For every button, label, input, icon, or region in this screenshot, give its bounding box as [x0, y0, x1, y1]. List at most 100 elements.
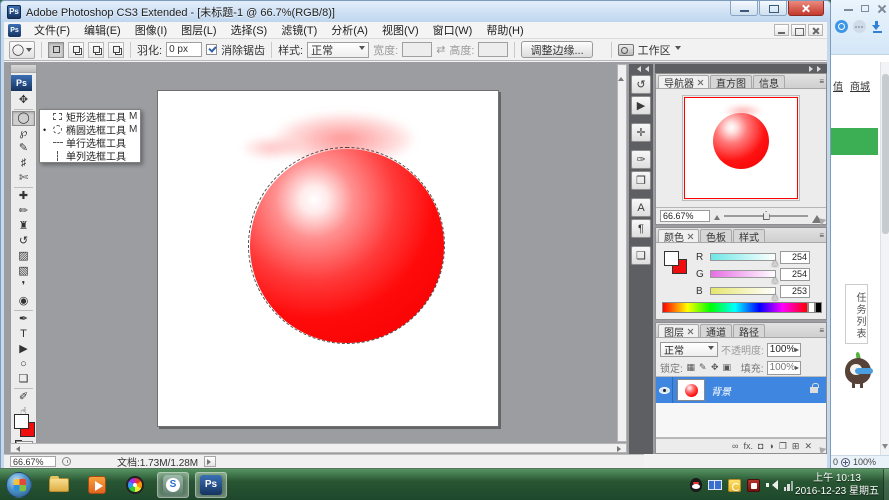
browser-scrollbar[interactable]	[880, 62, 889, 455]
color-tab-2[interactable]: 样式	[733, 229, 765, 242]
menu-item-5[interactable]: 滤镜(T)	[274, 21, 324, 39]
r-value-input[interactable]: 254	[780, 251, 810, 264]
width-input[interactable]	[402, 42, 432, 57]
slider-thumb-icon[interactable]	[772, 257, 778, 266]
type-tool[interactable]: T	[12, 327, 35, 342]
show-desktop-button[interactable]	[883, 469, 889, 500]
window-close-button[interactable]	[788, 1, 824, 16]
delete-layer-icon[interactable]: ✕	[804, 441, 812, 452]
layer-style-icon[interactable]: fx.	[743, 441, 753, 451]
color-spectrum-ramp[interactable]	[662, 302, 808, 313]
menu-item-7[interactable]: 视图(V)	[375, 21, 426, 39]
bridge-icon[interactable]	[618, 44, 634, 56]
elliptical-selection-marquee[interactable]	[248, 147, 445, 344]
browser-link-mall[interactable]: 商城	[850, 78, 870, 93]
new-selection-mode-button[interactable]	[48, 42, 64, 58]
layers-tab-1[interactable]: 通道	[700, 324, 732, 337]
taskbar-photoshop-button[interactable]: Ps	[195, 472, 227, 498]
blur-tool[interactable]: ❜	[12, 279, 35, 294]
task-list-tab[interactable]: 任务列表	[845, 284, 868, 344]
dodge-tool[interactable]: ◉	[12, 294, 35, 309]
brushes-panel-icon[interactable]: ✑	[631, 150, 651, 169]
document-close-button[interactable]	[808, 24, 823, 36]
refine-edge-button[interactable]: 调整边缘...	[521, 41, 592, 58]
history-panel-icon[interactable]: ↺	[631, 75, 651, 94]
menu-item-3[interactable]: 图层(L)	[174, 21, 223, 39]
menu-item-8[interactable]: 窗口(W)	[426, 21, 480, 39]
layer-visibility-toggle[interactable]	[656, 377, 673, 403]
layer-name[interactable]: 背景	[711, 383, 810, 398]
browser-maximize-icon[interactable]	[861, 5, 869, 12]
opacity-input[interactable]: 100%	[767, 343, 801, 357]
lock-all-icon[interactable]: ▣	[722, 362, 732, 373]
browser-close-icon[interactable]	[877, 4, 886, 13]
scrollbar-thumb[interactable]	[882, 74, 889, 234]
canvas-horizontal-scrollbar[interactable]	[10, 443, 627, 453]
zoom-slider-thumb[interactable]	[763, 211, 770, 220]
quick-selection-tool[interactable]: ✎	[12, 141, 35, 156]
statusbar-zoom-input[interactable]: 66.67%	[10, 456, 56, 467]
window-minimize-button[interactable]	[730, 1, 758, 16]
menu-item-4[interactable]: 选择(S)	[224, 21, 275, 39]
panel-menu-icon[interactable]: ≡	[819, 326, 824, 335]
window-maximize-button[interactable]	[759, 1, 787, 16]
tab-close-icon[interactable]	[697, 79, 703, 85]
r-slider[interactable]	[710, 253, 776, 261]
input-method-tray-icon[interactable]	[728, 479, 741, 492]
panel-menu-icon[interactable]: ≡	[819, 77, 824, 86]
document-restore-button[interactable]	[791, 24, 806, 36]
panels-collapse-handle[interactable]	[655, 64, 827, 73]
taskbar-color-app-button[interactable]	[119, 472, 151, 498]
canvas-vertical-scrollbar[interactable]	[617, 64, 627, 442]
dual-monitor-tray-icon[interactable]	[708, 480, 722, 490]
scroll-down-icon[interactable]	[882, 444, 888, 452]
navigator-proxy-view-box[interactable]	[684, 97, 798, 199]
b-value-input[interactable]: 253	[780, 285, 810, 298]
menu-item-1[interactable]: 编辑(E)	[77, 21, 128, 39]
elliptical-marquee-tool[interactable]: ◯	[12, 111, 35, 126]
browser-more-icon[interactable]	[853, 20, 866, 33]
browser-search-icon[interactable]	[835, 20, 848, 33]
height-input[interactable]	[478, 42, 508, 57]
workspace-label[interactable]: 工作区	[638, 42, 671, 58]
navigator-zoom-input[interactable]: 66.67%	[660, 210, 710, 222]
b-slider[interactable]	[710, 287, 776, 295]
color-tab-1[interactable]: 色板	[700, 229, 732, 242]
feather-input[interactable]: 0 px	[166, 42, 202, 57]
subtract-selection-mode-button[interactable]	[88, 42, 104, 58]
navigator-tab-1[interactable]: 直方图	[710, 75, 752, 88]
zoom-out-icon[interactable]	[714, 212, 720, 220]
security-tray-icon[interactable]	[747, 479, 760, 492]
browser-link-1[interactable]: 值	[833, 78, 843, 93]
browser-minimize-icon[interactable]	[844, 9, 853, 11]
link-layers-icon[interactable]: ∞	[732, 441, 738, 451]
panel-menu-icon[interactable]: ≡	[819, 231, 824, 240]
swap-dimensions-icon[interactable]: ⇄	[436, 43, 445, 56]
dock-collapse-handle[interactable]	[629, 64, 653, 73]
lock-position-icon[interactable]: ✥	[710, 362, 720, 373]
browser-download-icon[interactable]	[871, 20, 884, 33]
layer-thumbnail[interactable]	[677, 379, 705, 401]
layers-tab-0[interactable]: 图层	[658, 324, 699, 337]
toolbar-grip[interactable]	[11, 65, 36, 73]
navigator-tab-0[interactable]: 导航器	[658, 75, 709, 88]
antialias-checkbox[interactable]	[206, 44, 217, 55]
slider-thumb-icon[interactable]	[772, 274, 778, 283]
titlebar[interactable]: Ps Adobe Photoshop CS3 Extended - [未标题-1…	[1, 1, 830, 22]
path-selection-tool[interactable]: ▶	[12, 342, 35, 357]
navigator-preview[interactable]	[682, 95, 800, 201]
start-button[interactable]	[6, 472, 32, 498]
slider-thumb-icon[interactable]	[772, 291, 778, 300]
foreground-color-swatch[interactable]	[14, 414, 29, 429]
tool-presets-panel-icon[interactable]: ✛	[631, 123, 651, 142]
document-minimize-button[interactable]	[774, 24, 789, 36]
crop-tool[interactable]: ♯	[12, 156, 35, 171]
actions-panel-icon[interactable]: ▶	[631, 96, 651, 115]
color-foreground-swatch[interactable]	[664, 251, 679, 266]
spectrum-white-swatch[interactable]	[808, 302, 815, 313]
menu-item-2[interactable]: 图像(I)	[128, 21, 174, 39]
slice-tool[interactable]: ✄	[12, 171, 35, 186]
g-slider[interactable]	[710, 270, 776, 278]
adjustment-layer-icon[interactable]: ◑	[768, 441, 773, 451]
network-icon[interactable]	[784, 480, 794, 491]
